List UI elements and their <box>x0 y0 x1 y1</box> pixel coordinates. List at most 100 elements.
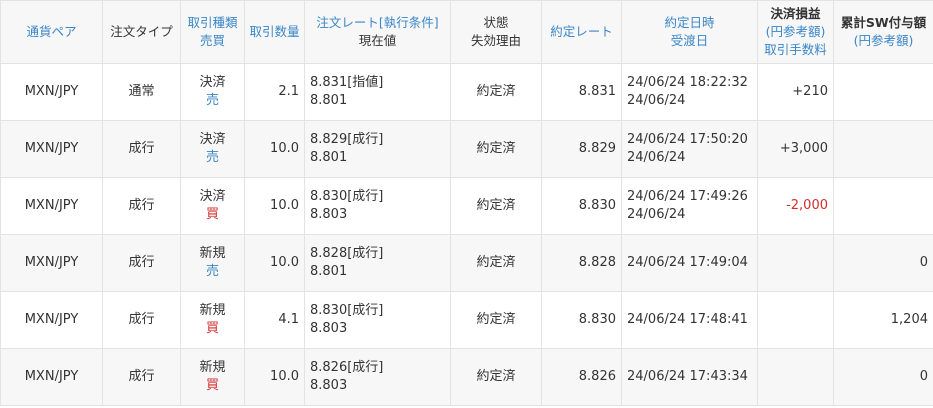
col-header-pair[interactable]: 通貨ペア <box>0 0 103 64</box>
status-value: 約定済 <box>476 369 516 384</box>
sort-swap-link[interactable]: (円参考額) <box>835 32 933 50</box>
status-value: 約定済 <box>476 312 516 327</box>
quantity-value: 2.1 <box>278 84 299 99</box>
order-type-value: 成行 <box>128 312 155 327</box>
current-price-value: 8.803 <box>310 207 348 222</box>
order-rate-cell: 8.831[指値] 8.801 <box>304 63 451 121</box>
order-rate-cell: 8.828[成行] 8.801 <box>304 234 451 292</box>
sort-fee-link[interactable]: 取引手数料 <box>759 41 833 59</box>
table-row: MXN/JPY 通常 決済売 2.1 8.831[指値] 8.801 約定済 8.831 24/… <box>0 63 933 121</box>
col-header-trade-type[interactable]: 取引種類 売買 <box>180 0 245 64</box>
status-label: 状態 <box>483 15 509 30</box>
trade-kind-value: 新規 <box>199 246 226 261</box>
status-cell: 約定済 <box>450 177 542 235</box>
exec-rate-value: 8.828 <box>578 255 616 270</box>
col-header-order-rate[interactable]: 注文レート[執行条件] 現在値 <box>304 0 451 64</box>
quantity-value: 10.0 <box>270 369 299 384</box>
order-type-cell: 成行 <box>102 291 181 349</box>
quantity-cell: 2.1 <box>244 63 305 121</box>
exec-datetime-cell: 24/06/24 17:50:20 24/06/24 <box>621 120 758 178</box>
sort-settle-date-link[interactable]: 受渡日 <box>623 32 757 50</box>
status-cell: 約定済 <box>450 348 542 406</box>
trade-type-cell: 新規買 <box>180 291 245 349</box>
pair-cell: MXN/JPY <box>0 234 103 292</box>
side-value: 売 <box>205 264 219 279</box>
pair-value: MXN/JPY <box>24 141 79 156</box>
quantity-cell: 4.1 <box>244 291 305 349</box>
status-value: 約定済 <box>476 198 516 213</box>
order-type-cell: 成行 <box>102 348 181 406</box>
order-type-value: 通常 <box>128 84 155 99</box>
sort-trade-type-link[interactable]: 取引種類 <box>182 14 244 32</box>
exec-rate-value: 8.830 <box>578 198 616 213</box>
sort-exec-datetime-link[interactable]: 約定日時 <box>623 14 757 32</box>
pnl-label: 決済損益 <box>770 6 821 21</box>
pnl-cell: -2,000 <box>757 177 834 235</box>
exec-rate-value: 8.830 <box>578 312 616 327</box>
swap-cell <box>833 120 933 178</box>
quantity-cell: 10.0 <box>244 177 305 235</box>
expiry-reason-label: 失効理由 <box>470 33 521 48</box>
trade-type-cell: 決済売 <box>180 120 245 178</box>
settle-date-value: 24/06/24 <box>627 150 686 165</box>
pnl-cell: +210 <box>757 63 834 121</box>
quantity-cell: 10.0 <box>244 120 305 178</box>
settle-date-value: 24/06/24 <box>627 207 686 222</box>
pair-cell: MXN/JPY <box>0 63 103 121</box>
exec-rate-value: 8.826 <box>578 369 616 384</box>
sort-exec-rate-link[interactable]: 約定レート <box>550 24 613 39</box>
pair-cell: MXN/JPY <box>0 291 103 349</box>
table-header: 通貨ペア 注文タイプ 取引種類 売買 取引数量 注文レート[執行条件] 現在値 … <box>0 0 933 64</box>
swap-value: 0 <box>919 369 928 384</box>
swap-cell: 0 <box>833 234 933 292</box>
quantity-cell: 10.0 <box>244 348 305 406</box>
pair-value: MXN/JPY <box>24 369 79 384</box>
pair-value: MXN/JPY <box>24 312 79 327</box>
sort-side-link[interactable]: 売買 <box>182 32 244 50</box>
exec-datetime-cell: 24/06/24 17:49:26 24/06/24 <box>621 177 758 235</box>
pair-value: MXN/JPY <box>24 84 79 99</box>
order-rate-value: 8.830[成行] <box>310 303 384 318</box>
order-type-value: 成行 <box>128 369 155 384</box>
exec-rate-value: 8.829 <box>578 141 616 156</box>
swap-cell: 0 <box>833 348 933 406</box>
order-rate-cell: 8.830[成行] 8.803 <box>304 291 451 349</box>
sort-pair-link[interactable]: 通貨ペア <box>26 24 76 39</box>
exec-datetime-cell: 24/06/24 17:48:41 <box>621 291 758 349</box>
pnl-value: -2,000 <box>786 198 828 213</box>
order-type-value: 成行 <box>128 255 155 270</box>
sort-quantity-link[interactable]: 取引数量 <box>249 24 299 39</box>
table-row: MXN/JPY 成行 新規買 10.0 8.826[成行] 8.803 約定済 8.826 24… <box>0 348 933 406</box>
col-header-exec-rate[interactable]: 約定レート <box>541 0 622 64</box>
exec-rate-cell: 8.828 <box>541 234 622 292</box>
exec-datetime-value: 24/06/24 17:43:34 <box>627 369 748 384</box>
settle-date-value: 24/06/24 <box>627 93 686 108</box>
pnl-value: +210 <box>792 84 828 99</box>
trade-kind-value: 決済 <box>199 189 226 204</box>
exec-datetime-value: 24/06/24 17:50:20 <box>627 132 748 147</box>
table-body: MXN/JPY 通常 決済売 2.1 8.831[指値] 8.801 約定済 8.831 24/… <box>0 63 933 406</box>
exec-datetime-cell: 24/06/24 17:49:04 <box>621 234 758 292</box>
order-rate-value: 8.828[成行] <box>310 246 384 261</box>
pnl-cell <box>757 291 834 349</box>
status-cell: 約定済 <box>450 120 542 178</box>
order-type-cell: 通常 <box>102 63 181 121</box>
quantity-value: 4.1 <box>278 312 299 327</box>
table-row: MXN/JPY 成行 決済買 10.0 8.830[成行] 8.803 約定済 8.830 24… <box>0 177 933 235</box>
col-header-exec-datetime[interactable]: 約定日時 受渡日 <box>621 0 758 64</box>
col-header-quantity[interactable]: 取引数量 <box>244 0 305 64</box>
order-rate-cell: 8.830[成行] 8.803 <box>304 177 451 235</box>
sort-pnl-link[interactable]: (円参考額) <box>759 23 833 41</box>
status-cell: 約定済 <box>450 291 542 349</box>
current-price-value: 8.801 <box>310 150 348 165</box>
status-cell: 約定済 <box>450 63 542 121</box>
col-header-swap[interactable]: 累計SW付与額 (円参考額) <box>833 0 933 64</box>
sort-order-rate-link[interactable]: 注文レート[執行条件] <box>306 14 450 32</box>
side-value: 買 <box>205 207 219 222</box>
col-header-pnl[interactable]: 決済損益 (円参考額) 取引手数料 <box>757 0 834 64</box>
order-type-cell: 成行 <box>102 177 181 235</box>
order-history-table: 通貨ペア 注文タイプ 取引種類 売買 取引数量 注文レート[執行条件] 現在値 … <box>0 0 933 406</box>
status-cell: 約定済 <box>450 234 542 292</box>
trade-type-cell: 決済買 <box>180 177 245 235</box>
status-value: 約定済 <box>476 84 516 99</box>
